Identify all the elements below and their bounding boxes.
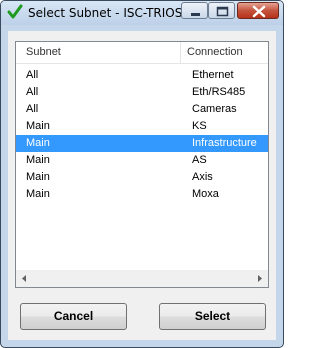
checkmark-icon — [7, 4, 23, 19]
connection-cell: Moxa — [192, 188, 219, 200]
cancel-button[interactable]: Cancel — [20, 303, 127, 330]
window-title: Select Subnet - ISC-TRIOS... — [28, 6, 194, 20]
list-row[interactable]: Main AS — [16, 152, 268, 169]
subnet-list[interactable]: Subnet Connection All Ethernet All Eth/RS48… — [15, 41, 269, 288]
column-divider[interactable] — [180, 42, 181, 63]
connection-cell: AS — [192, 154, 207, 166]
minimize-button[interactable] — [181, 2, 208, 19]
connection-cell: Ethernet — [192, 69, 234, 81]
select-button[interactable]: Select — [159, 303, 266, 330]
subnet-cell: Main — [26, 154, 50, 166]
connection-cell: KS — [192, 120, 207, 132]
list-header: Subnet Connection — [16, 42, 268, 64]
list-row[interactable]: Main Moxa — [16, 186, 268, 203]
maximize-button[interactable] — [208, 2, 235, 19]
close-icon — [252, 5, 266, 18]
title-bar[interactable]: Select Subnet - ISC-TRIOS... — [1, 1, 283, 25]
subnet-cell: Main — [26, 120, 50, 132]
subnet-cell: All — [26, 103, 39, 115]
connection-cell: Axis — [192, 171, 213, 183]
connection-cell: Infrastructure — [192, 137, 257, 149]
list-row[interactable]: All Ethernet — [16, 67, 268, 84]
list-row[interactable]: All Eth/RS485 — [16, 84, 268, 101]
list-row[interactable]: Main Infrastructure — [16, 135, 268, 152]
maximize-icon — [216, 6, 229, 17]
subnet-cell: Main — [26, 171, 50, 183]
subnet-cell: All — [26, 86, 39, 98]
list-row[interactable]: Main KS — [16, 118, 268, 135]
scroll-right-icon[interactable] — [251, 270, 268, 287]
subnet-cell: Main — [26, 137, 50, 149]
minimize-icon — [191, 13, 200, 16]
list-row[interactable]: All Cameras — [16, 101, 268, 118]
horizontal-scrollbar[interactable] — [16, 270, 268, 287]
column-header-subnet[interactable]: Subnet — [26, 46, 61, 58]
subnet-cell: Main — [26, 188, 50, 200]
list-row[interactable]: Main Axis — [16, 169, 268, 186]
subnet-cell: All — [26, 69, 39, 81]
scroll-left-icon[interactable] — [16, 270, 33, 287]
column-header-connection[interactable]: Connection — [187, 46, 243, 58]
close-button[interactable] — [237, 2, 279, 19]
connection-cell: Eth/RS485 — [192, 86, 246, 98]
connection-cell: Cameras — [192, 103, 237, 115]
